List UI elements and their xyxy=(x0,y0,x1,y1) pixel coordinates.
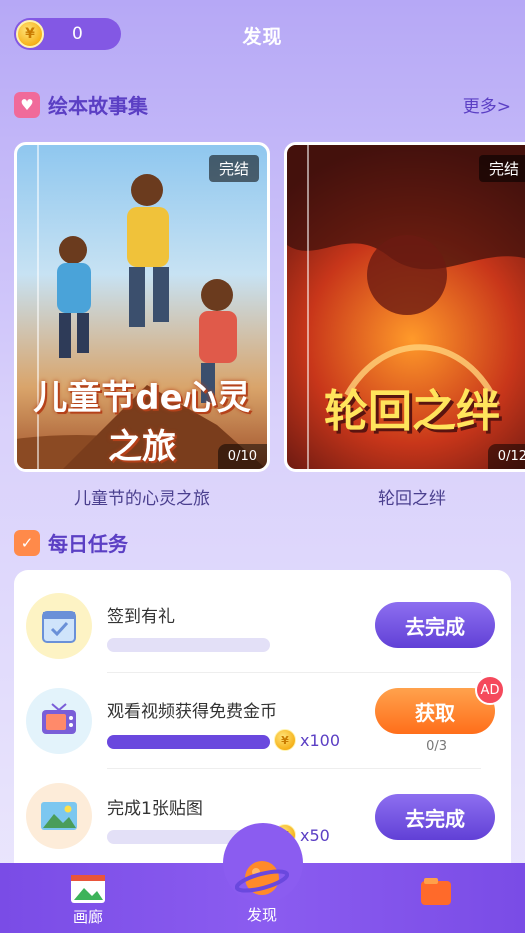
nav-label: 画廊 xyxy=(72,908,103,926)
task-progress-bar xyxy=(107,735,270,749)
more-link[interactable]: 更多> xyxy=(463,92,511,117)
calendar-icon xyxy=(26,593,92,659)
read-progress: 0/10 xyxy=(217,444,267,469)
book-title[interactable]: 轮回之绊 xyxy=(284,484,525,509)
nav-item-profile[interactable] xyxy=(416,875,456,909)
complete-button[interactable]: 去完成 xyxy=(375,602,495,648)
nav-label: 发现 xyxy=(246,906,277,924)
ad-badge: AD xyxy=(475,675,505,705)
gallery-icon xyxy=(71,875,105,903)
picture-books-header: ♥ 绘本故事集 更多> xyxy=(14,90,511,119)
planet-icon xyxy=(235,861,289,895)
page-title: 发现 xyxy=(242,26,283,48)
section-title: 每日任务 xyxy=(48,532,128,556)
cover-title: 轮回之绊 xyxy=(324,386,500,437)
book-card[interactable]: 儿童节de心灵之旅 完结 0/10 xyxy=(14,142,270,472)
reward-amount: x50 xyxy=(300,825,330,845)
task-title: 完成1张贴图 xyxy=(107,799,203,819)
status-badge: 完结 xyxy=(208,155,259,182)
daily-tasks-header: ✓ 每日任务 xyxy=(14,528,511,557)
read-progress: 0/12 xyxy=(487,444,525,469)
task-row: 观看视频获得免费金币 ¥ x100 获取 AD 0/3 xyxy=(14,673,511,769)
claim-count: 0/3 xyxy=(426,739,447,754)
nav-item-discover[interactable]: 发现 xyxy=(232,854,292,925)
book-card[interactable]: 轮回之绊 完结 0/12 xyxy=(284,142,525,472)
complete-button[interactable]: 去完成 xyxy=(375,794,495,840)
task-title: 观看视频获得免费金币 xyxy=(107,702,277,722)
bottom-nav: 画廊 发现 xyxy=(0,823,525,933)
folder-icon xyxy=(421,878,451,905)
task-progress-bar xyxy=(107,638,270,652)
calendar-check-icon: ✓ xyxy=(14,529,40,556)
book-title[interactable]: 儿童节的心灵之旅 xyxy=(14,484,270,509)
image-icon xyxy=(26,783,92,849)
status-badge: 完结 xyxy=(478,155,525,182)
tv-icon xyxy=(26,688,92,754)
reward: ¥ x100 xyxy=(274,729,340,751)
nav-item-gallery[interactable]: 画廊 xyxy=(66,872,110,927)
section-title: 绘本故事集 xyxy=(48,94,148,118)
heart-book-icon: ♥ xyxy=(14,91,40,118)
reward-amount: x100 xyxy=(300,730,341,750)
task-row: 签到有礼 去完成 xyxy=(14,578,511,674)
task-title: 签到有礼 xyxy=(107,607,175,627)
coin-icon: ¥ xyxy=(274,729,296,751)
